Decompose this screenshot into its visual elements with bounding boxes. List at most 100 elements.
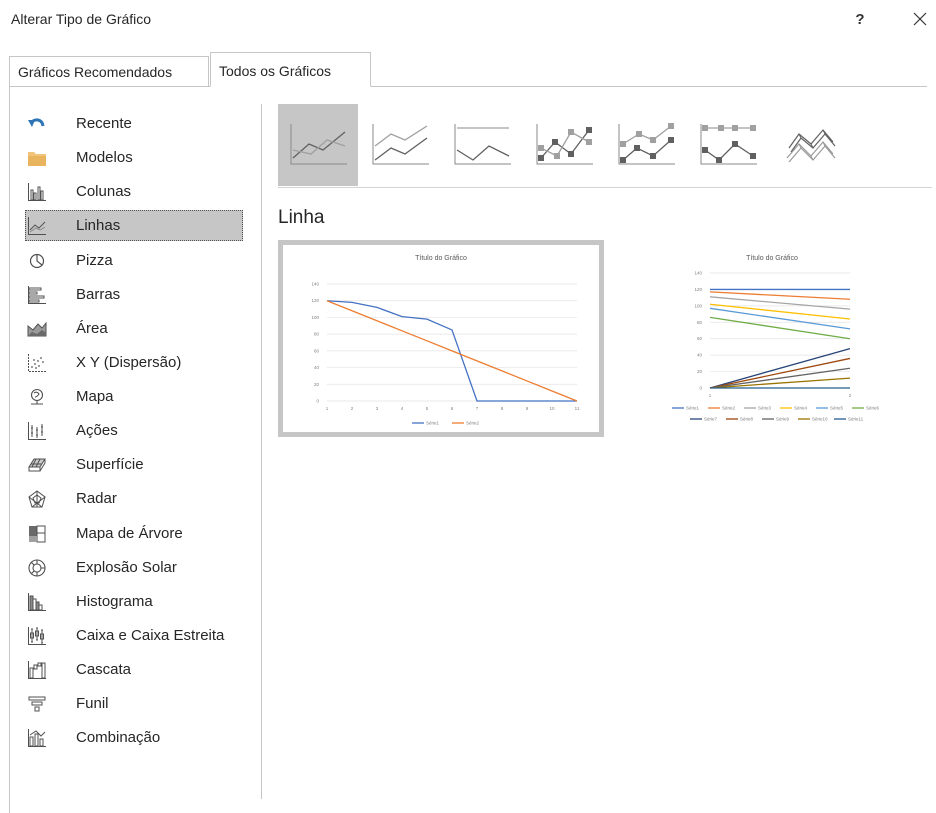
- y-tick-label: 60: [314, 348, 320, 353]
- x-tick-label: 10: [549, 406, 555, 411]
- sidebar-item-scatter[interactable]: X Y (Dispersão): [26, 347, 244, 378]
- chart-title: Título do Gráfico: [415, 255, 467, 262]
- sidebar-item-stock[interactable]: Ações: [26, 415, 244, 446]
- y-tick-label: 100: [311, 315, 319, 320]
- sidebar-item-columns[interactable]: Colunas: [26, 176, 244, 207]
- sidebar-item-label: Ações: [76, 422, 118, 439]
- legend-label: Série10: [812, 417, 828, 422]
- bar-chart-icon: [26, 284, 48, 306]
- panel-left-border: [9, 87, 10, 813]
- tab-recommended-charts[interactable]: Gráficos Recomendados: [9, 56, 209, 86]
- sidebar-item-funnel[interactable]: Funil: [26, 688, 244, 719]
- legend-label: Série11: [848, 417, 864, 422]
- y-tick-label: 40: [314, 365, 320, 370]
- legend-label: Série2: [722, 406, 736, 411]
- subtype-line-with-markers[interactable]: [524, 104, 604, 186]
- close-icon: [913, 12, 927, 26]
- sidebar-item-label: Histograma: [76, 593, 153, 610]
- sidebar-item-templates[interactable]: Modelos: [26, 142, 244, 173]
- 100-stacked-line-subtype-icon: [454, 124, 511, 165]
- x-tick-label: 11: [575, 406, 580, 411]
- sidebar-item-label: Mapa de Árvore: [76, 525, 183, 542]
- treemap-chart-icon: [26, 523, 48, 545]
- stacked-line-subtype-icon: [372, 124, 429, 165]
- funnel-chart-icon: [26, 693, 48, 715]
- sidebar-item-treemap[interactable]: Mapa de Árvore: [26, 518, 244, 549]
- pie-chart-icon: [26, 250, 48, 272]
- legend-label: Série6: [866, 406, 880, 411]
- subtype-100-stacked-line[interactable]: [442, 104, 522, 186]
- radar-chart-icon: [26, 488, 48, 510]
- sidebar-item-combo[interactable]: Combinação: [26, 722, 244, 753]
- y-tick-label: 120: [311, 298, 319, 303]
- sidebar-item-radar[interactable]: Radar: [26, 483, 244, 514]
- combo-chart-icon: [26, 727, 48, 749]
- sidebar-item-sunburst[interactable]: Explosão Solar: [26, 552, 244, 583]
- sidebar-item-label: Superfície: [76, 456, 144, 473]
- sidebar-item-recent[interactable]: Recente: [26, 108, 244, 139]
- surface-chart-icon: [26, 454, 48, 476]
- y-tick-label: 100: [694, 303, 702, 308]
- sidebar-item-label: Mapa: [76, 388, 114, 405]
- y-tick-label: 120: [694, 287, 702, 292]
- sidebar-item-label: Colunas: [76, 183, 132, 200]
- sidebar-item-bars[interactable]: Barras: [26, 279, 244, 310]
- sidebar-item-label: Funil: [76, 695, 109, 712]
- legend-label: Série3: [758, 406, 772, 411]
- legend-label: Série8: [740, 417, 754, 422]
- sunburst-chart-icon: [26, 557, 48, 579]
- scatter-chart-icon: [26, 352, 48, 374]
- sidebar-item-map[interactable]: Mapa: [26, 381, 244, 412]
- area-chart-icon: [26, 318, 48, 340]
- sidebar-item-label: Combinação: [76, 729, 161, 746]
- y-tick-label: 140: [694, 271, 702, 276]
- subtype-100-stacked-line-with-markers[interactable]: [688, 104, 768, 186]
- subtype-line[interactable]: [278, 104, 358, 186]
- subtype-3d-line[interactable]: [770, 104, 850, 186]
- stock-chart-icon: [26, 420, 48, 442]
- tab-strip: Gráficos Recomendados Todos os Gráficos: [9, 52, 927, 87]
- chart-preview-2-svg: Título do Gráfico 0204060801001201401 2Sé…: [618, 245, 926, 432]
- help-button[interactable]: ?: [850, 8, 870, 32]
- sidebar-item-label: Barras: [76, 286, 121, 303]
- chart-title: Título do Gráfico: [746, 255, 798, 262]
- sidebar-item-pie[interactable]: Pizza: [26, 245, 244, 276]
- gallery-separator: [278, 187, 932, 188]
- sidebar-item-surface[interactable]: Superfície: [26, 449, 244, 480]
- y-tick-label: 80: [697, 320, 703, 325]
- tab-all-charts[interactable]: Todos os Gráficos: [210, 52, 371, 87]
- sidebar-item-label: Linhas: [76, 217, 121, 234]
- y-tick-label: 140: [311, 282, 319, 287]
- y-tick-label: 20: [697, 369, 703, 374]
- histogram-chart-icon: [26, 591, 48, 613]
- subtype-stacked-line[interactable]: [360, 104, 440, 186]
- y-tick-label: 20: [314, 382, 320, 387]
- y-tick-label: 60: [697, 336, 703, 341]
- line-subtype-gallery: [278, 104, 858, 186]
- close-button[interactable]: [908, 6, 932, 32]
- sidebar-item-area[interactable]: Área: [26, 313, 244, 344]
- panel-divider: [261, 104, 262, 799]
- legend-label: Série2: [466, 421, 480, 426]
- box-whisker-chart-icon: [26, 625, 48, 647]
- sidebar-item-lines[interactable]: Linhas: [25, 210, 243, 241]
- subtype-stacked-line-with-markers[interactable]: [606, 104, 686, 186]
- sidebar-item-label: Área: [76, 320, 108, 337]
- sidebar-item-waterfall[interactable]: Cascata: [26, 654, 244, 685]
- sidebar-item-histogram[interactable]: Histograma: [26, 586, 244, 617]
- map-chart-icon: [26, 386, 48, 408]
- sidebar-item-label: Pizza: [76, 252, 113, 269]
- legend-label: Série1: [426, 421, 440, 426]
- legend-label: Série5: [830, 406, 844, 411]
- folder-icon: [26, 147, 48, 169]
- legend-label: Série7: [704, 417, 718, 422]
- y-tick-label: 80: [314, 332, 320, 337]
- sidebar-item-box-whisker[interactable]: Caixa e Caixa Estreita: [26, 620, 244, 651]
- chart-preview-2[interactable]: Título do Gráfico 0 20 40 60 80 100 120 140 1 2 Sé…: [613, 240, 931, 437]
- line-with-markers-subtype-icon: [536, 124, 593, 165]
- sidebar-item-label: Caixa e Caixa Estreita: [76, 627, 225, 644]
- title-bar: Alterar Tipo de Gráfico ?: [0, 0, 936, 40]
- legend-label: Série1: [686, 406, 700, 411]
- chart-preview-1[interactable]: Título do Gráfico 0 20 40 60 80 100 120 140 1 2 3 4…: [278, 240, 604, 437]
- dialog-title: Alterar Tipo de Gráfico: [11, 11, 152, 27]
